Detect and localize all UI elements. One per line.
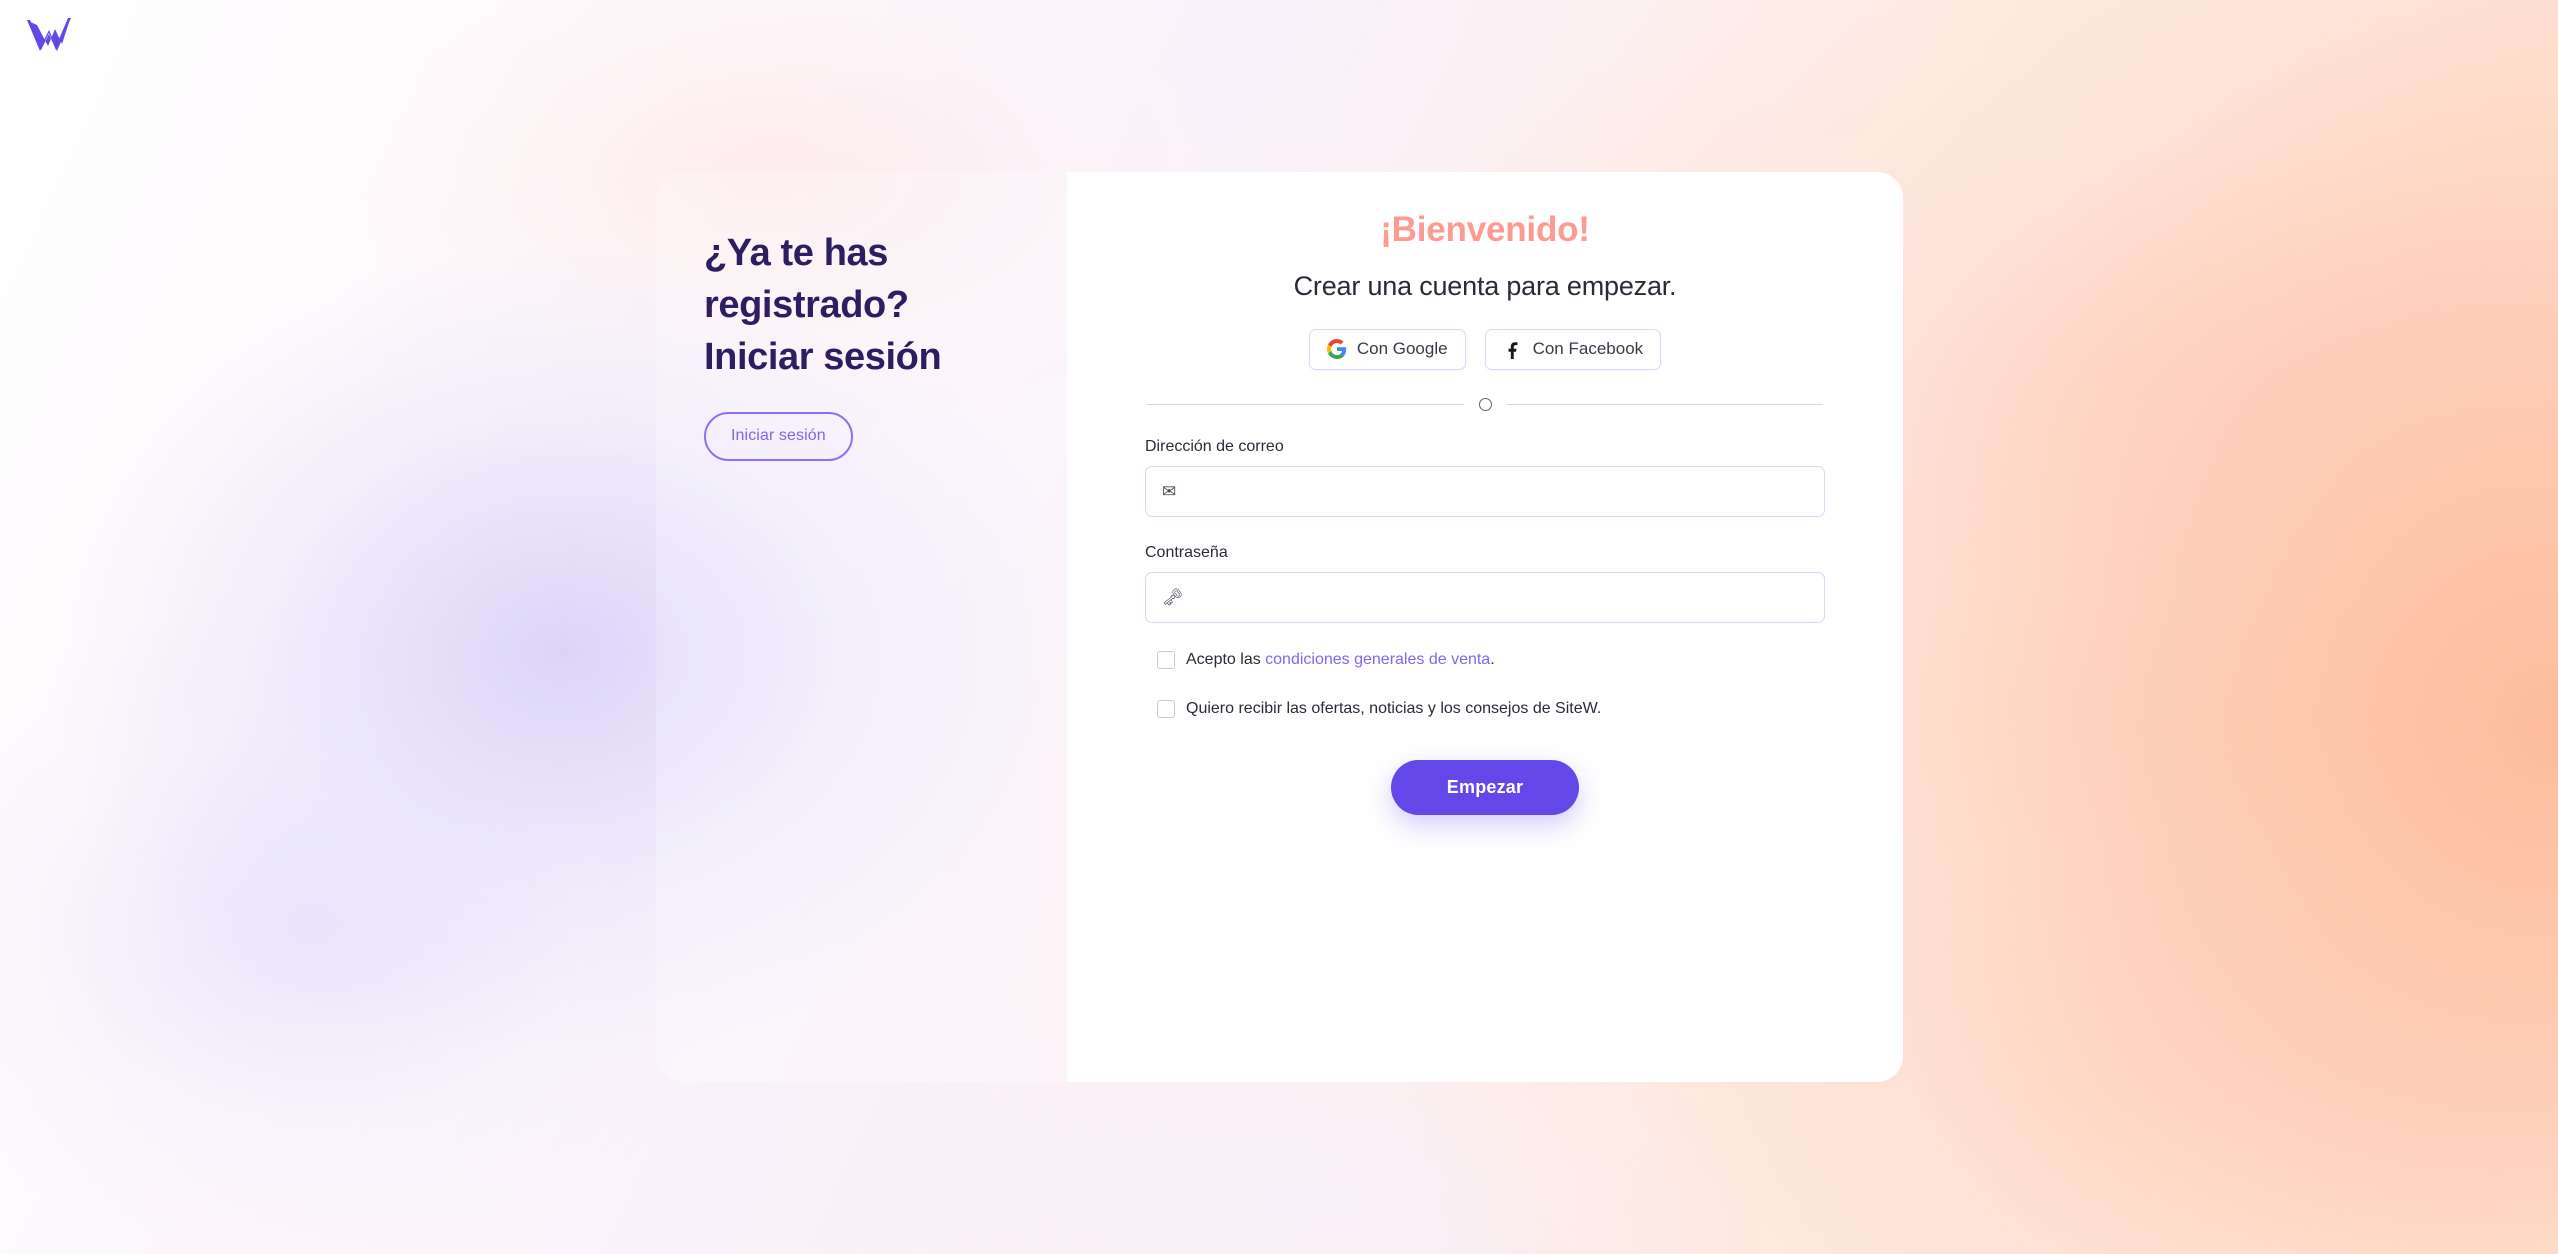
login-button[interactable]: Iniciar sesión bbox=[704, 412, 853, 461]
email-input-wrapper[interactable]: ✉ bbox=[1145, 466, 1825, 517]
terms-checkbox[interactable] bbox=[1157, 651, 1175, 669]
newsletter-checkbox-text: Quiero recibir las ofertas, noticias y l… bbox=[1186, 699, 1602, 717]
newsletter-checkbox-row[interactable]: Quiero recibir las ofertas, noticias y l… bbox=[1145, 698, 1825, 721]
password-field-group: Contraseña 🗝 bbox=[1145, 544, 1825, 623]
login-panel-heading: ¿Ya te has registrado? Iniciar sesión bbox=[704, 232, 942, 378]
divider-line-left bbox=[1147, 404, 1464, 405]
circle-divider-icon bbox=[1478, 398, 1492, 411]
facebook-signin-button[interactable]: Con Facebook bbox=[1484, 329, 1662, 370]
terms-text-before: Acepto las bbox=[1186, 651, 1266, 668]
email-input[interactable] bbox=[1184, 467, 1824, 516]
terms-link[interactable]: condiciones generales de venta bbox=[1265, 651, 1490, 668]
social-login-row: Con Google Con Facebook bbox=[1145, 329, 1825, 370]
terms-checkbox-row[interactable]: Acepto las condiciones generales de vent… bbox=[1145, 649, 1825, 672]
sitew-w-logo-icon[interactable] bbox=[24, 12, 76, 62]
signup-card: ¡Bienvenido! Crear una cuenta para empez… bbox=[1067, 172, 1903, 1082]
page-subtitle: Crear una cuenta para empezar. bbox=[1293, 271, 1677, 301]
password-input-wrapper[interactable]: 🗝 bbox=[1145, 572, 1825, 623]
start-button[interactable]: Empezar bbox=[1390, 760, 1580, 816]
newsletter-checkbox[interactable] bbox=[1157, 699, 1175, 718]
page-title: ¡Bienvenido! bbox=[1380, 210, 1590, 249]
divider-line-right bbox=[1506, 404, 1823, 405]
facebook-signin-label: Con Facebook bbox=[1532, 339, 1644, 358]
login-side-panel: ¿Ya te has registrado? Iniciar sesión In… bbox=[656, 172, 1068, 1082]
form-divider bbox=[1145, 398, 1825, 411]
email-field-label: Dirección de correo bbox=[1145, 438, 1284, 455]
google-signin-button[interactable]: Con Google bbox=[1308, 329, 1466, 370]
facebook-icon bbox=[1503, 339, 1523, 359]
submit-row: Empezar bbox=[1145, 760, 1825, 816]
password-field-label: Contraseña bbox=[1145, 544, 1228, 561]
key-icon: 🗝 bbox=[1162, 588, 1184, 607]
envelope-icon: ✉ bbox=[1162, 482, 1177, 501]
password-input[interactable] bbox=[1184, 573, 1824, 622]
google-icon bbox=[1326, 339, 1347, 359]
terms-text-after: . bbox=[1490, 651, 1495, 668]
google-signin-label: Con Google bbox=[1356, 339, 1448, 358]
terms-checkbox-text: Acepto las condiciones generales de vent… bbox=[1186, 649, 1495, 672]
email-field-group: Dirección de correo ✉ bbox=[1145, 438, 1825, 517]
